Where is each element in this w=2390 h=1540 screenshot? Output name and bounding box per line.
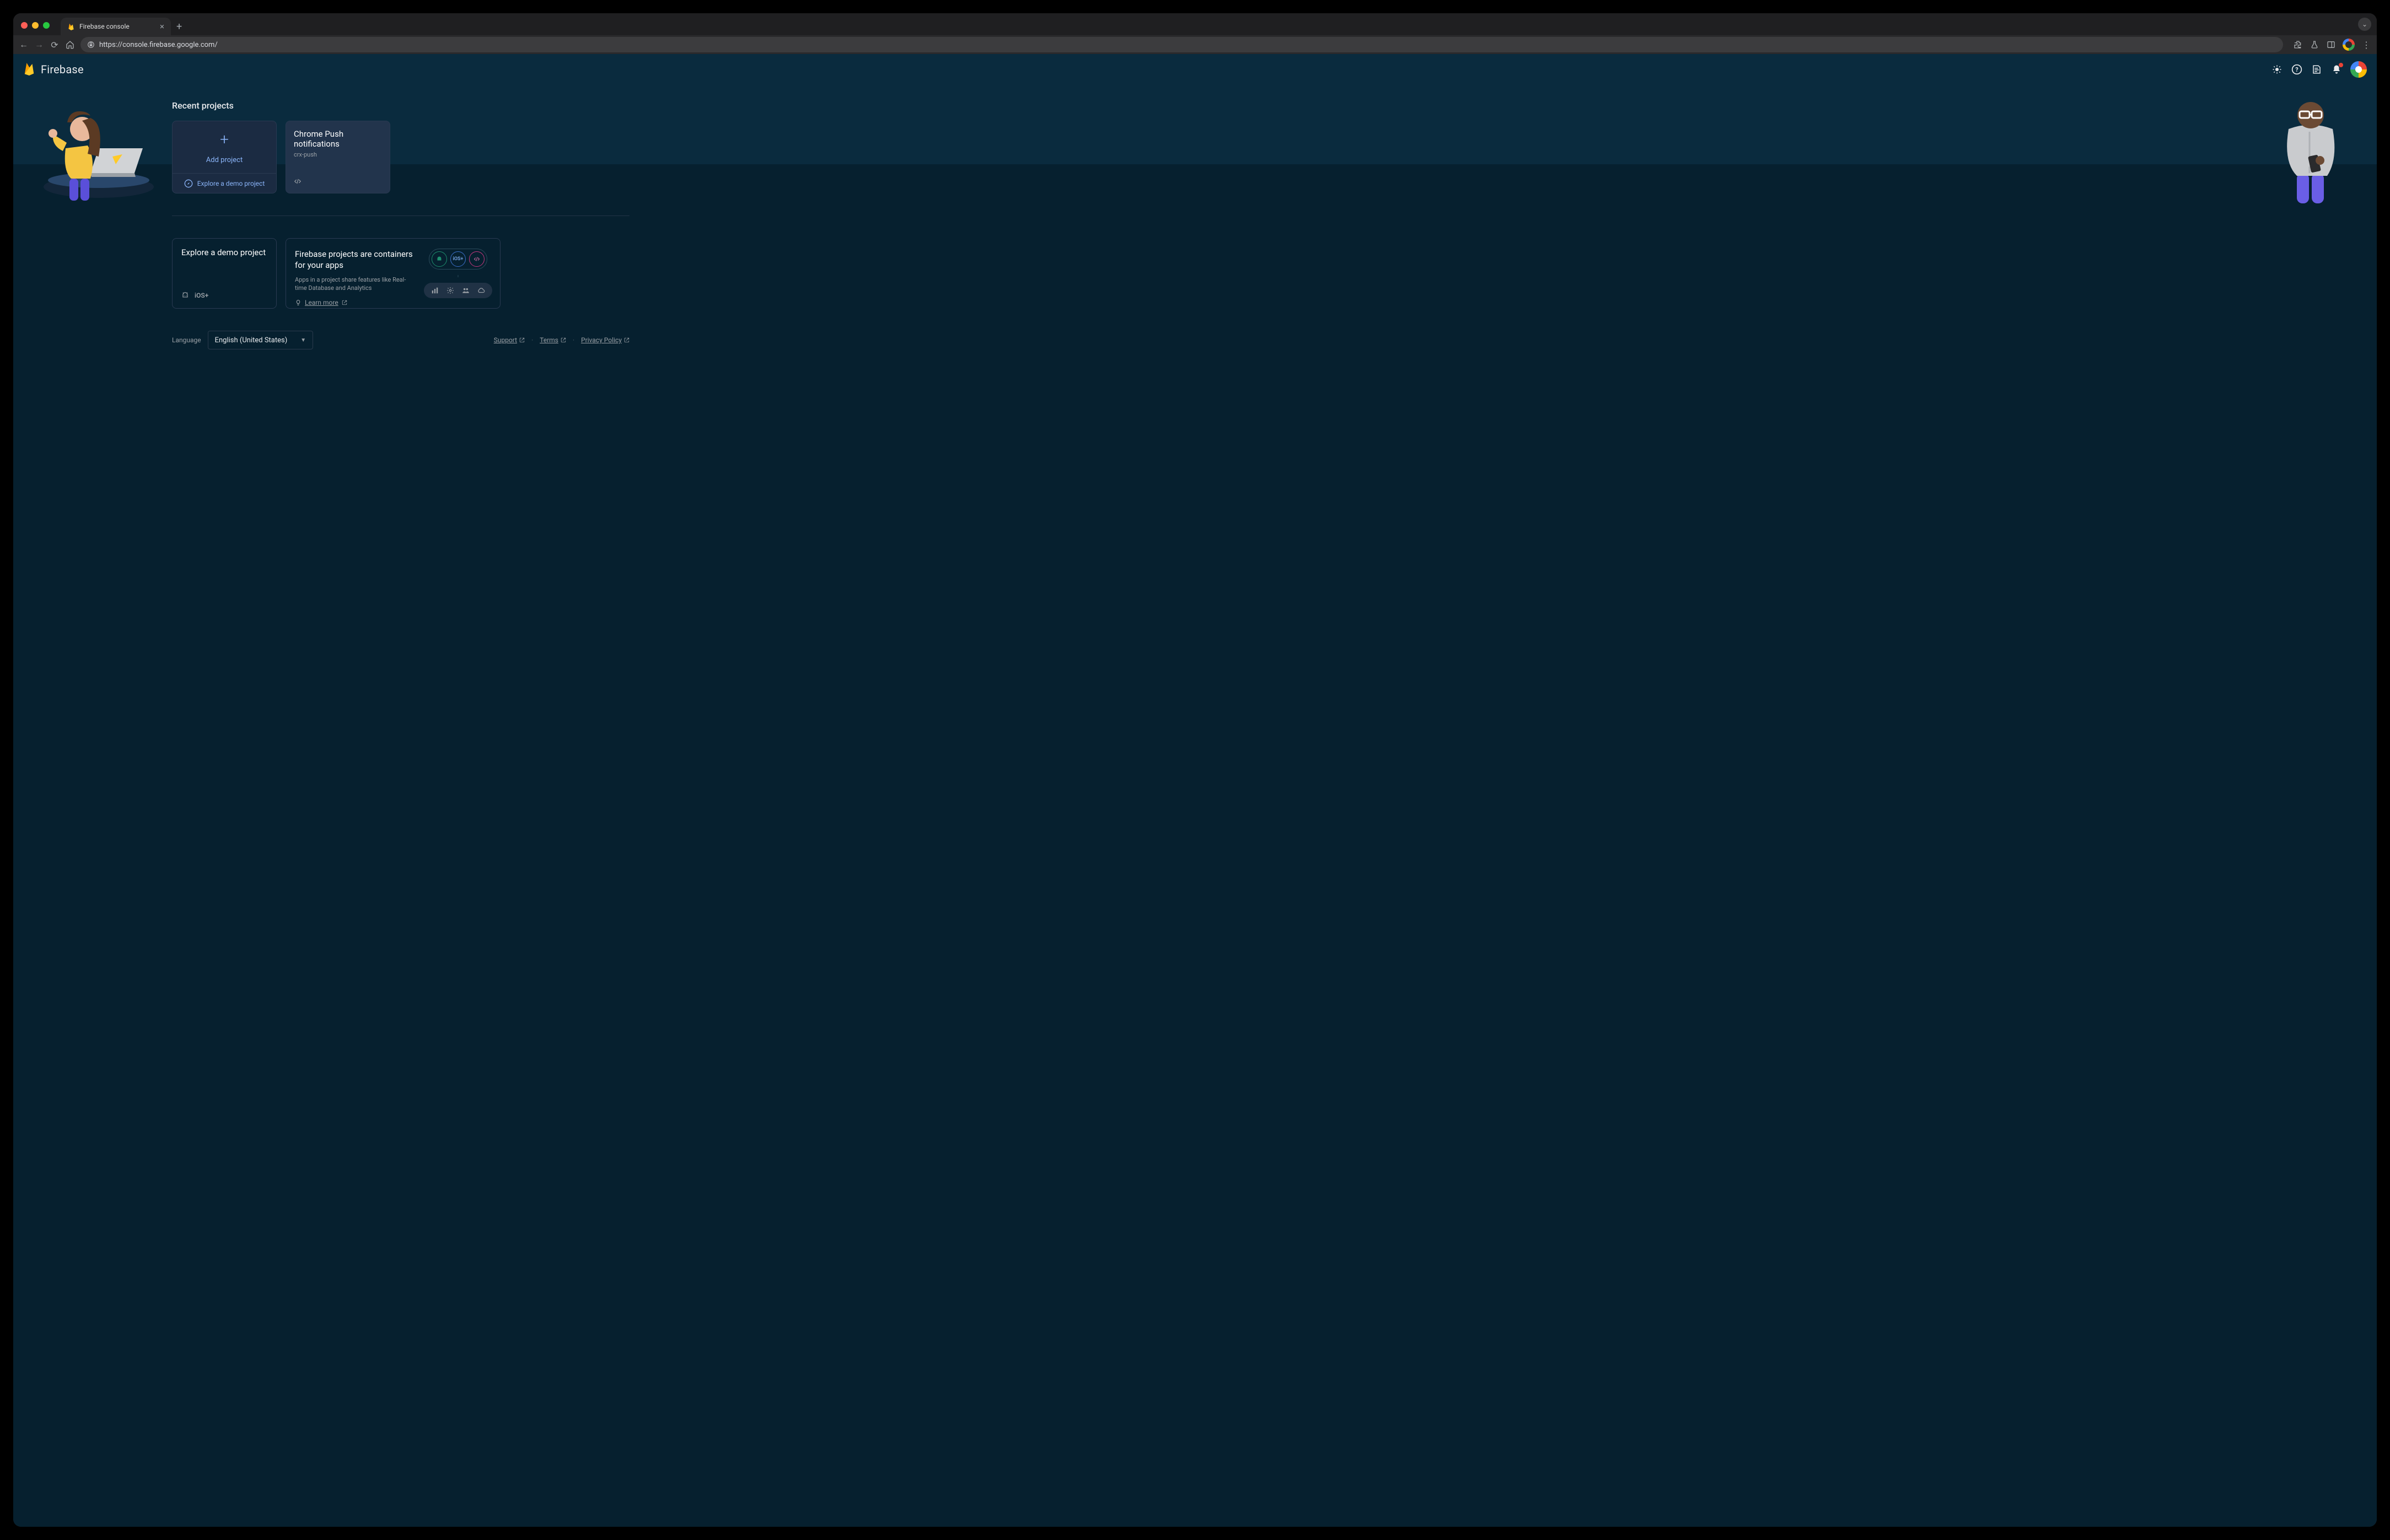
privacy-link[interactable]: Privacy Policy: [581, 336, 629, 344]
containers-card-title: Firebase projects are containers for you…: [295, 249, 414, 271]
web-pill-icon: [469, 251, 485, 267]
profile-avatar-icon[interactable]: [2343, 39, 2355, 51]
terms-link[interactable]: Terms: [540, 336, 566, 344]
dot-separator: ·: [573, 336, 574, 344]
project-id: crx-push: [294, 151, 382, 158]
ios-label: iOS+: [195, 292, 208, 299]
compass-icon: [184, 179, 193, 188]
external-link-icon: [519, 337, 525, 343]
users-icon: [461, 286, 470, 295]
hero-illustration-left: [35, 90, 157, 206]
connector-line-icon: [457, 275, 459, 277]
project-cards: + Add project Explore a demo project Chr…: [172, 121, 629, 193]
site-info-icon[interactable]: [87, 41, 95, 49]
firebase-brand-text: Firebase: [41, 63, 84, 76]
google-account-avatar[interactable]: [2350, 61, 2367, 78]
add-project-card: + Add project Explore a demo project: [172, 121, 277, 193]
window-minimize-icon[interactable]: [32, 22, 39, 29]
side-panel-icon[interactable]: [2326, 40, 2336, 50]
notifications-icon[interactable]: [2330, 63, 2343, 76]
nav-forward-icon[interactable]: →: [34, 40, 44, 50]
nav-home-icon[interactable]: [65, 40, 75, 50]
page-footer: Language English (United States) ▼ Suppo…: [172, 331, 629, 371]
web-platform-icon: [294, 177, 302, 185]
language-value: English (United States): [215, 336, 288, 344]
android-icon: [181, 292, 189, 299]
tabs-dropdown-button[interactable]: ⌄: [2358, 18, 2371, 31]
help-icon[interactable]: ?: [2291, 63, 2303, 76]
android-pill-icon: [432, 251, 447, 267]
browser-window: Firebase console × + ⌄ ← → ⟳ https://con…: [13, 13, 2377, 1527]
browser-menu-icon[interactable]: ⋮: [2361, 40, 2371, 50]
learn-more-label: Learn more: [305, 299, 338, 306]
recent-projects-title: Recent projects: [172, 100, 629, 111]
project-platform-icons: [294, 177, 382, 185]
dot-separator: ·: [531, 336, 533, 344]
firebase-favicon-icon: [67, 23, 75, 30]
theme-toggle-icon[interactable]: [2271, 63, 2283, 76]
main-content: Recent projects + Add project Explore a …: [172, 85, 629, 371]
toolbar-right: ⋮: [2293, 39, 2371, 51]
firebase-header-right: ?: [2271, 61, 2367, 78]
page-content: Firebase ?: [13, 54, 2377, 1527]
url-text: https://console.firebase.google.com/: [99, 41, 218, 49]
containers-card-subtitle: Apps in a project share features like Re…: [295, 276, 414, 293]
window-close-icon[interactable]: [21, 22, 28, 29]
external-link-icon: [342, 300, 347, 305]
footer-links: Support · Terms · Privacy Policy: [494, 336, 629, 344]
plus-icon: +: [220, 130, 229, 148]
project-card[interactable]: Chrome Push notifications crx-push: [286, 121, 390, 193]
add-project-label: Add project: [206, 156, 243, 164]
cloud-icon: [477, 286, 486, 295]
dropdown-caret-icon: ▼: [300, 337, 306, 343]
tab-title: Firebase console: [79, 23, 130, 30]
tab-strip: Firebase console × + ⌄: [13, 13, 2377, 35]
analytics-icon: [430, 286, 439, 295]
labs-icon[interactable]: [2310, 40, 2319, 50]
window-zoom-icon[interactable]: [43, 22, 50, 29]
nav-back-icon[interactable]: ←: [19, 40, 29, 50]
add-project-button[interactable]: + Add project: [173, 121, 276, 173]
learn-more-link[interactable]: Learn more: [295, 299, 347, 306]
ios-pill-icon: iOS+: [450, 251, 466, 267]
extensions-icon[interactable]: [2293, 40, 2303, 50]
containers-graphic: iOS+: [425, 249, 491, 298]
lightbulb-icon: [295, 299, 302, 306]
url-bar[interactable]: https://console.firebase.google.com/: [80, 37, 2283, 52]
new-tab-button[interactable]: +: [176, 22, 182, 32]
explore-demo-card[interactable]: Explore a demo project iOS+: [172, 238, 277, 309]
config-icon: [446, 286, 455, 295]
browser-toolbar: ← → ⟳ https://console.firebase.google.co…: [13, 35, 2377, 54]
platform-pills: iOS+: [429, 249, 487, 270]
window-traffic-lights: [21, 22, 50, 29]
containers-info-card: Firebase projects are containers for you…: [286, 238, 500, 309]
firebase-flame-icon: [23, 62, 35, 77]
firebase-header: Firebase ?: [13, 54, 2377, 85]
firebase-logo[interactable]: Firebase: [23, 62, 84, 77]
project-name: Chrome Push notifications: [294, 129, 382, 149]
info-cards-row: Explore a demo project iOS+ Firebase pro…: [172, 238, 629, 309]
language-label: Language: [172, 336, 201, 344]
explore-demo-link[interactable]: Explore a demo project: [173, 173, 276, 193]
tab-close-icon[interactable]: ×: [160, 23, 164, 31]
browser-tab[interactable]: Firebase console ×: [61, 18, 171, 35]
feature-icons: [424, 283, 492, 298]
external-link-icon: [561, 337, 566, 343]
support-link[interactable]: Support: [494, 336, 525, 344]
hero-illustration-right: [2267, 90, 2355, 206]
explore-demo-card-title: Explore a demo project: [181, 247, 267, 257]
explore-demo-platforms: iOS+: [181, 292, 267, 299]
svg-text:?: ?: [2295, 66, 2298, 73]
language-select[interactable]: English (United States) ▼: [208, 331, 314, 349]
nav-reload-icon[interactable]: ⟳: [50, 40, 60, 50]
docs-icon[interactable]: [2311, 63, 2323, 76]
external-link-icon: [624, 337, 629, 343]
explore-demo-label: Explore a demo project: [197, 180, 265, 187]
